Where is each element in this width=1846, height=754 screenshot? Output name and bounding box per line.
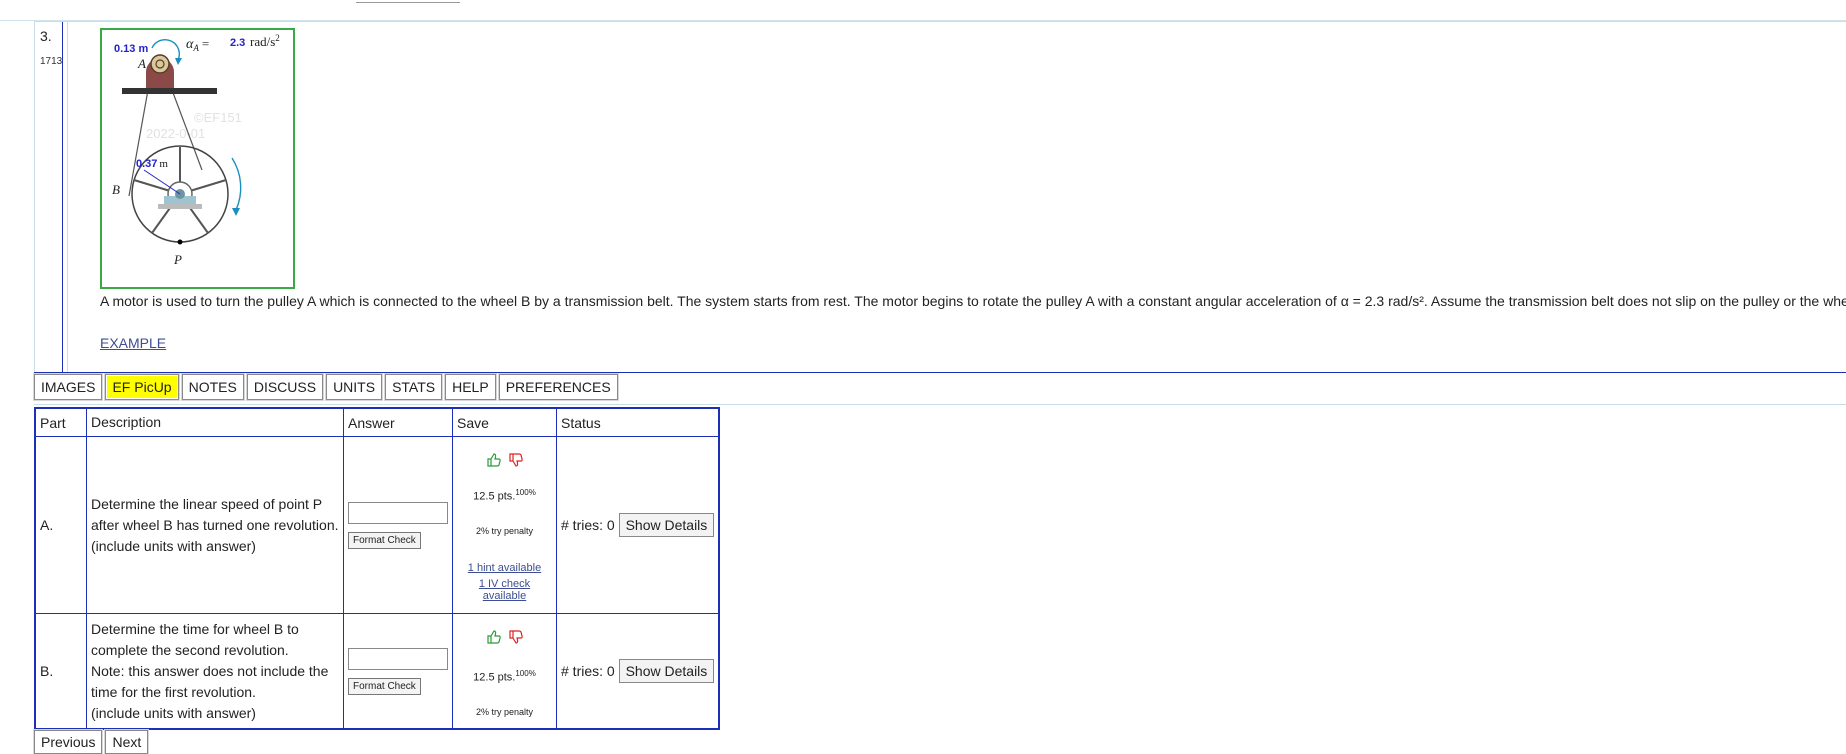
- watermark-line-2: 2022-0-01: [146, 126, 205, 141]
- large-radius-label: 0.37 m: [136, 158, 168, 170]
- rotation-arrow: [231, 157, 242, 211]
- header-description: Description: [86, 407, 344, 437]
- alpha-value: 2.3: [230, 37, 245, 49]
- thumbs-up-icon[interactable]: [486, 629, 502, 645]
- tab-ef-picup[interactable]: EF PicUp: [105, 374, 179, 400]
- tab-preferences[interactable]: PREFERENCES: [498, 374, 618, 400]
- tries-count: # tries: 0: [561, 663, 615, 679]
- try-penalty: 2% try penalty: [475, 707, 534, 718]
- format-check-button[interactable]: Format Check: [348, 531, 421, 549]
- tries-count: # tries: 0: [561, 517, 615, 533]
- try-penalty: 2% try penalty: [475, 526, 534, 537]
- alpha-arrow-head-icon: [175, 58, 182, 65]
- part-label: A.: [34, 436, 87, 614]
- problem-figure: ©EF151 2022-0-01 0.13 m αA = 2.3 rad/s2 …: [100, 28, 295, 289]
- hint-link[interactable]: 1 hint available: [457, 562, 552, 574]
- table-row: B. Determine the time for wheel B to com…: [34, 613, 720, 730]
- rating-buttons: [457, 629, 552, 645]
- show-details-button[interactable]: Show Details: [618, 513, 715, 537]
- tab-notes[interactable]: NOTES: [181, 374, 244, 400]
- thumbs-down-icon[interactable]: [508, 629, 524, 645]
- small-radius-label: 0.13 m: [114, 43, 148, 55]
- rotation-arrow-head-icon: [232, 208, 240, 216]
- parts-table: Part Description Answer Save Status A. D…: [34, 407, 721, 730]
- status-cell: # tries: 0 Show Details: [556, 436, 720, 614]
- problem-block: 3. 1713 ©EF151 2022-0-01 0.13 m αA = 2.3…: [34, 21, 1846, 373]
- top-tab-fragment: [356, 0, 460, 3]
- label-p: P: [173, 252, 182, 267]
- tab-help[interactable]: HELP: [445, 374, 496, 400]
- points-value: 12.5 pts.100%: [473, 668, 536, 684]
- thumbs-down-icon[interactable]: [508, 452, 524, 468]
- answer-cell: Format Check: [343, 436, 453, 614]
- problem-number: 3.: [40, 28, 52, 44]
- problem-number-column: 3. 1713: [34, 22, 63, 372]
- label-a: A: [137, 56, 146, 71]
- tab-discuss[interactable]: DISCUSS: [246, 374, 324, 400]
- header-answer: Answer: [343, 407, 453, 437]
- iv-check-link[interactable]: 1 IV check available: [457, 578, 552, 602]
- support-bar: [122, 88, 217, 94]
- label-b: B: [112, 182, 120, 197]
- part-description: Determine the linear speed of point P af…: [86, 436, 344, 614]
- tab-stats[interactable]: STATS: [385, 374, 443, 400]
- problem-nav: Previous Next: [34, 730, 149, 754]
- save-cell: 12.5 pts.100% 2% try penalty: [452, 613, 557, 730]
- alpha-unit: rad/s2: [250, 33, 280, 49]
- belt-left: [128, 89, 149, 197]
- wheel-mount-base: [158, 204, 202, 209]
- answer-input[interactable]: [348, 501, 448, 524]
- rating-buttons: [457, 452, 552, 468]
- status-cell: # tries: 0 Show Details: [556, 613, 720, 730]
- show-details-button[interactable]: Show Details: [618, 659, 715, 683]
- pulley-belt-diagram: ©EF151 2022-0-01 0.13 m αA = 2.3 rad/s2 …: [112, 33, 280, 267]
- thumbs-up-icon[interactable]: [486, 452, 502, 468]
- table-row: A. Determine the linear speed of point P…: [34, 436, 720, 614]
- answer-cell: Format Check: [343, 613, 453, 730]
- format-check-button[interactable]: Format Check: [348, 677, 421, 695]
- header-status: Status: [556, 407, 720, 437]
- problem-content: ©EF151 2022-0-01 0.13 m αA = 2.3 rad/s2 …: [67, 22, 1846, 372]
- alpha-symbol: αA =: [186, 36, 209, 53]
- previous-button[interactable]: Previous: [34, 730, 103, 754]
- header-part: Part: [34, 407, 87, 437]
- toolbar-divider: [34, 404, 1846, 405]
- save-cell: 12.5 pts.100% 2% try penalty 1 hint avai…: [452, 436, 557, 614]
- radius-line: [143, 169, 181, 195]
- watermark-line-1: ©EF151: [194, 110, 242, 125]
- header-save: Save: [452, 407, 557, 437]
- point-p: [177, 239, 183, 245]
- problem-toolbar: IMAGES EF PicUp NOTES DISCUSS UNITS STAT…: [34, 374, 618, 400]
- problem-statement: A motor is used to turn the pulley A whi…: [100, 293, 1846, 309]
- part-label: B.: [34, 613, 87, 730]
- answer-input[interactable]: [348, 647, 448, 670]
- tab-images[interactable]: IMAGES: [34, 374, 103, 400]
- part-description: Determine the time for wheel B to comple…: [86, 613, 344, 730]
- table-header-row: Part Description Answer Save Status: [34, 407, 720, 437]
- points-value: 12.5 pts.100%: [473, 487, 536, 503]
- example-link[interactable]: EXAMPLE: [100, 335, 166, 351]
- next-button[interactable]: Next: [105, 730, 149, 754]
- tab-units[interactable]: UNITS: [326, 374, 383, 400]
- pulley-a: [150, 54, 170, 74]
- problem-id: 1713: [40, 56, 63, 67]
